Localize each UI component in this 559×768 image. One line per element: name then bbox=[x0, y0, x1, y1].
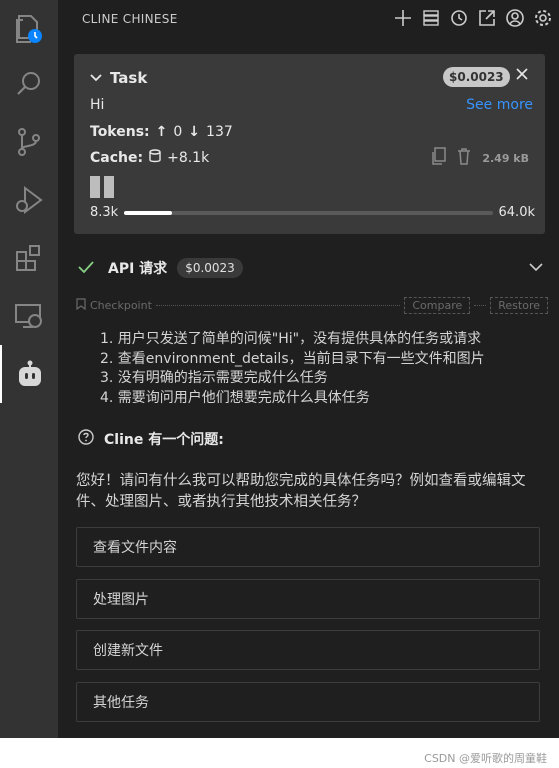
server-icon[interactable] bbox=[421, 8, 441, 28]
cache-row: Cache: +8.1k bbox=[90, 149, 209, 167]
remote-explorer-icon[interactable] bbox=[0, 287, 58, 345]
context-window: 8.3k 64.0k bbox=[90, 205, 535, 220]
compare-button[interactable]: Compare bbox=[404, 297, 471, 314]
check-icon bbox=[78, 259, 94, 278]
panel-title: CLINE CHINESE bbox=[82, 12, 178, 26]
explorer-icon[interactable] bbox=[0, 0, 58, 58]
see-more-link[interactable]: See more bbox=[466, 97, 533, 113]
task-header[interactable]: Task bbox=[90, 68, 147, 87]
api-cost-badge: $0.0023 bbox=[177, 258, 243, 278]
task-label: Task bbox=[110, 68, 148, 87]
question-icon bbox=[78, 429, 94, 449]
step-item: 4. 需要询问用户他们想要完成什么具体任务 bbox=[100, 389, 370, 406]
history-icon[interactable] bbox=[449, 8, 469, 28]
option-button[interactable]: 处理图片 bbox=[76, 579, 540, 619]
context-used: 8.3k bbox=[90, 205, 119, 220]
close-icon[interactable] bbox=[515, 66, 529, 85]
chevron-down-icon[interactable] bbox=[90, 68, 102, 87]
question-header: Cline 有一个问题: bbox=[78, 429, 224, 449]
settings-gear-icon[interactable] bbox=[533, 8, 553, 28]
api-request-row[interactable]: API 请求 $0.0023 bbox=[78, 258, 543, 278]
api-request-title: API 请求 bbox=[108, 261, 168, 277]
activity-bar bbox=[0, 0, 58, 738]
bookmark-icon bbox=[76, 298, 86, 313]
task-text: Hi bbox=[90, 97, 105, 113]
checkpoint-row: Checkpoint Compare Restore bbox=[76, 297, 548, 314]
cline-icon[interactable] bbox=[0, 345, 58, 403]
source-control-icon[interactable] bbox=[0, 113, 58, 171]
step-item: 3. 没有明确的指示需要完成什么任务 bbox=[100, 370, 328, 386]
context-max: 64.0k bbox=[498, 205, 535, 220]
context-progress-track bbox=[124, 210, 493, 215]
checkpoint-divider bbox=[155, 305, 401, 306]
pause-icon bbox=[90, 176, 114, 198]
search-icon[interactable] bbox=[0, 55, 58, 113]
checkpoint-divider bbox=[474, 305, 487, 306]
cache-label: Cache: bbox=[90, 150, 144, 166]
arrow-up-icon: ↑ bbox=[155, 124, 168, 140]
option-button[interactable]: 查看文件内容 bbox=[76, 527, 540, 567]
open-external-icon[interactable] bbox=[477, 8, 497, 28]
cline-panel: CLINE CHINESE Task $0.0023 Hi See more T… bbox=[58, 0, 559, 738]
tokens-label: Tokens: bbox=[90, 124, 150, 140]
watermark: CSDN @爱听歌的周童鞋 bbox=[424, 752, 547, 765]
option-button[interactable]: 创建新文件 bbox=[76, 630, 540, 670]
restore-button[interactable]: Restore bbox=[490, 297, 548, 314]
task-actions: 2.49 kB bbox=[430, 147, 529, 169]
step-item: 2. 查看environment_details，当前目录下有一些文件和图片 bbox=[100, 350, 485, 367]
trash-icon[interactable] bbox=[456, 147, 472, 169]
question-title: Cline 有一个问题: bbox=[104, 432, 224, 448]
task-card: Task $0.0023 Hi See more Tokens: ↑ 0 ↓ 1… bbox=[74, 54, 545, 234]
header-toolbar bbox=[393, 8, 553, 28]
option-button[interactable]: 其他任务 bbox=[76, 682, 540, 722]
step-item: 1. 用户只发送了简单的问候"Hi"，没有提供具体的任务或请求 bbox=[100, 331, 482, 347]
task-size: 2.49 kB bbox=[482, 151, 529, 165]
run-debug-icon[interactable] bbox=[0, 171, 58, 229]
arrow-down-icon: ↓ bbox=[188, 124, 201, 140]
tokens-out: 137 bbox=[206, 124, 233, 140]
account-icon[interactable] bbox=[505, 8, 525, 28]
extensions-icon[interactable] bbox=[0, 229, 58, 287]
checkpoint-label: Checkpoint bbox=[90, 299, 152, 312]
copy-icon[interactable] bbox=[430, 147, 447, 169]
plus-icon[interactable] bbox=[393, 8, 413, 28]
context-progress-fill bbox=[124, 210, 173, 215]
chevron-down-icon[interactable] bbox=[529, 259, 543, 278]
task-cost-badge: $0.0023 bbox=[443, 67, 510, 87]
database-icon bbox=[149, 149, 161, 167]
tokens-in: 0 bbox=[173, 124, 183, 140]
assistant-message: 您好！请问有什么我可以帮助您完成的具体任务吗？例如查看或编辑文件、处理图片、或者… bbox=[76, 473, 526, 510]
tokens-row: Tokens: ↑ 0 ↓ 137 bbox=[90, 124, 233, 140]
cache-value: +8.1k bbox=[167, 150, 210, 166]
reasoning-steps: 1. 用户只发送了简单的问候"Hi"，没有提供具体的任务或请求 2. 查看env… bbox=[100, 330, 485, 408]
